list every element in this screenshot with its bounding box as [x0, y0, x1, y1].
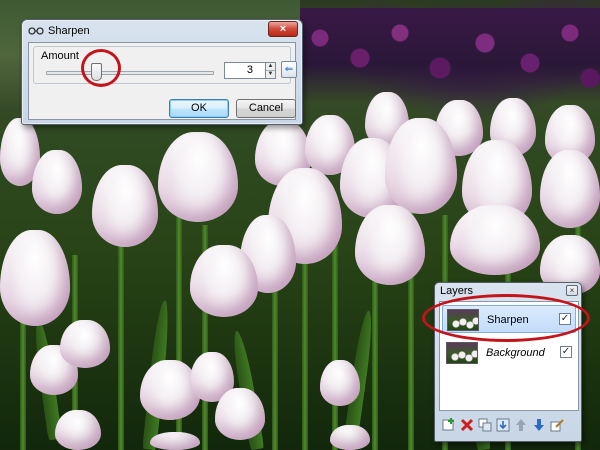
amount-spin-buttons: ▲ ▼	[265, 62, 276, 79]
layer-visibility-checkbox[interactable]: ✓	[559, 313, 571, 325]
tulip-flower	[92, 165, 158, 247]
layer-thumbnail	[447, 309, 479, 331]
layers-list: Sharpen ✓ Background ✓	[439, 301, 579, 411]
dialog-client-area: Amount 3 ▲ ▼ ⇐ OK Cancel	[28, 42, 297, 120]
layers-close-button[interactable]: ×	[566, 285, 578, 296]
amount-slider-track[interactable]	[46, 71, 214, 75]
stem	[332, 240, 338, 450]
dialog-title: Sharpen	[48, 25, 90, 37]
layer-properties-icon[interactable]	[549, 418, 565, 434]
layers-title: Layers	[440, 285, 474, 297]
tulip-flower	[355, 205, 425, 285]
layer-name: Background	[486, 347, 545, 359]
layer-name: Sharpen	[487, 314, 529, 326]
dialog-close-button[interactable]: ×	[268, 21, 298, 37]
add-new-layer-icon[interactable]	[441, 418, 457, 434]
tulip-flower	[150, 432, 200, 450]
layer-row-background[interactable]: Background ✓	[442, 339, 576, 367]
amount-group: Amount 3 ▲ ▼ ⇐	[33, 46, 297, 84]
spin-up-button[interactable]: ▲	[266, 63, 275, 71]
tulip-flower	[540, 150, 600, 228]
duplicate-layer-icon[interactable]	[477, 418, 493, 434]
move-layer-up-icon[interactable]	[513, 418, 529, 434]
reset-arrow-icon[interactable]: ⇐	[281, 61, 297, 78]
move-layer-down-icon[interactable]	[531, 418, 547, 434]
tulip-flower	[215, 388, 265, 440]
layer-thumbnail	[446, 342, 478, 364]
tulip-flower	[190, 245, 258, 317]
amount-value-input[interactable]: 3	[224, 62, 266, 79]
layer-visibility-checkbox[interactable]: ✓	[560, 346, 572, 358]
tulip-flower	[450, 205, 540, 275]
stem	[272, 280, 278, 450]
cancel-button[interactable]: Cancel	[236, 99, 296, 118]
tulip-flower	[330, 425, 370, 450]
tulip-flower	[60, 320, 110, 368]
layers-toolbar	[439, 415, 579, 437]
purple-tulip-bed	[300, 8, 600, 103]
tulip-flower	[158, 132, 238, 222]
layer-row-sharpen[interactable]: Sharpen ✓	[442, 305, 576, 333]
tulip-flower	[0, 230, 70, 326]
tulip-flower	[385, 118, 457, 214]
stem	[302, 255, 308, 450]
stem	[118, 240, 124, 450]
delete-layer-icon[interactable]	[459, 418, 475, 434]
merge-layer-down-icon[interactable]	[495, 418, 511, 434]
tulip-flower	[320, 360, 360, 406]
dialog-titlebar[interactable]: Sharpen ×	[22, 20, 302, 42]
sharpen-dialog: Sharpen × Amount 3 ▲ ▼ ⇐ OK Cancel	[21, 19, 303, 125]
spin-down-button[interactable]: ▼	[266, 71, 275, 78]
tulip-flower	[32, 150, 82, 214]
sharpen-glasses-icon	[28, 26, 44, 36]
ok-button[interactable]: OK	[169, 99, 229, 118]
layers-panel: Layers × Sharpen ✓ Background ✓	[434, 282, 582, 442]
amount-label: Amount	[41, 50, 79, 62]
amount-slider-thumb[interactable]	[90, 63, 102, 81]
layers-titlebar[interactable]: Layers ×	[435, 283, 581, 299]
tulip-flower	[55, 410, 101, 450]
stem	[372, 265, 378, 450]
